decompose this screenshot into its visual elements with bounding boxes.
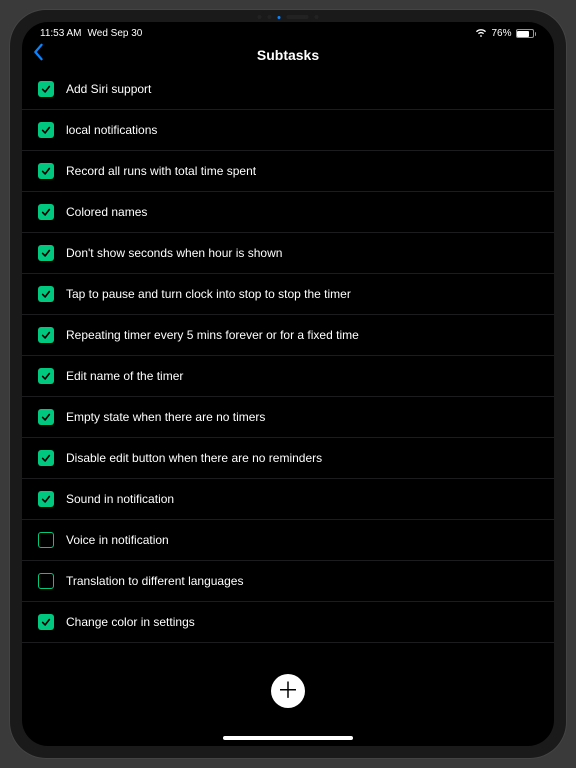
- checkbox[interactable]: [38, 245, 54, 261]
- checkbox[interactable]: [38, 573, 54, 589]
- subtask-label: Record all runs with total time spent: [66, 164, 256, 178]
- wifi-icon: [475, 29, 487, 38]
- subtask-label: Sound in notification: [66, 492, 174, 506]
- subtask-label: Edit name of the timer: [66, 369, 183, 383]
- checkbox[interactable]: [38, 368, 54, 384]
- subtask-list[interactable]: Add Siri support local notifications Recor…: [22, 69, 554, 746]
- plus-icon: ＋: [277, 680, 299, 702]
- battery-icon: [516, 29, 537, 38]
- subtask-label: Colored names: [66, 205, 147, 219]
- list-item[interactable]: Sound in notification: [22, 479, 554, 520]
- subtask-label: Change color in settings: [66, 615, 195, 629]
- checkbox[interactable]: [38, 81, 54, 97]
- list-item[interactable]: Don't show seconds when hour is shown: [22, 233, 554, 274]
- home-indicator[interactable]: [223, 736, 353, 740]
- status-bar: 11:53 AM Wed Sep 30 76%: [22, 22, 554, 41]
- subtask-label: Translation to different languages: [66, 574, 243, 588]
- subtask-label: Repeating timer every 5 mins forever or …: [66, 328, 359, 342]
- subtask-label: Don't show seconds when hour is shown: [66, 246, 282, 260]
- status-time: 11:53 AM: [40, 28, 82, 39]
- checkbox[interactable]: [38, 614, 54, 630]
- subtask-label: Disable edit button when there are no re…: [66, 451, 322, 465]
- list-item[interactable]: Empty state when there are no timers: [22, 397, 554, 438]
- checkbox[interactable]: [38, 409, 54, 425]
- device-frame: 11:53 AM Wed Sep 30 76% Subtasks: [10, 10, 566, 758]
- list-item[interactable]: Repeating timer every 5 mins forever or …: [22, 315, 554, 356]
- list-item[interactable]: Colored names: [22, 192, 554, 233]
- list-item[interactable]: Tap to pause and turn clock into stop to…: [22, 274, 554, 315]
- chevron-left-icon: [32, 43, 44, 61]
- back-button[interactable]: [32, 43, 44, 67]
- subtask-label: Add Siri support: [66, 82, 151, 96]
- screen: 11:53 AM Wed Sep 30 76% Subtasks: [22, 22, 554, 746]
- page-title: Subtasks: [257, 47, 319, 63]
- checkbox[interactable]: [38, 327, 54, 343]
- subtask-label: Empty state when there are no timers: [66, 410, 265, 424]
- checkbox[interactable]: [38, 204, 54, 220]
- subtask-label: Tap to pause and turn clock into stop to…: [66, 287, 351, 301]
- nav-bar: Subtasks: [22, 41, 554, 69]
- checkbox[interactable]: [38, 286, 54, 302]
- list-item[interactable]: Record all runs with total time spent: [22, 151, 554, 192]
- checkbox[interactable]: [38, 491, 54, 507]
- list-item[interactable]: Change color in settings: [22, 602, 554, 643]
- subtask-label: Voice in notification: [66, 533, 169, 547]
- list-item[interactable]: Voice in notification: [22, 520, 554, 561]
- battery-percent: 76%: [491, 28, 511, 39]
- camera-notch: [258, 15, 319, 19]
- list-item[interactable]: Translation to different languages: [22, 561, 554, 602]
- list-item[interactable]: Disable edit button when there are no re…: [22, 438, 554, 479]
- checkbox[interactable]: [38, 122, 54, 138]
- checkbox[interactable]: [38, 450, 54, 466]
- list-item[interactable]: local notifications: [22, 110, 554, 151]
- checkbox[interactable]: [38, 532, 54, 548]
- status-date: Wed Sep 30: [88, 28, 143, 39]
- subtask-label: local notifications: [66, 123, 157, 137]
- checkbox[interactable]: [38, 163, 54, 179]
- add-button[interactable]: ＋: [271, 674, 305, 708]
- list-item[interactable]: Edit name of the timer: [22, 356, 554, 397]
- list-item[interactable]: Add Siri support: [22, 69, 554, 110]
